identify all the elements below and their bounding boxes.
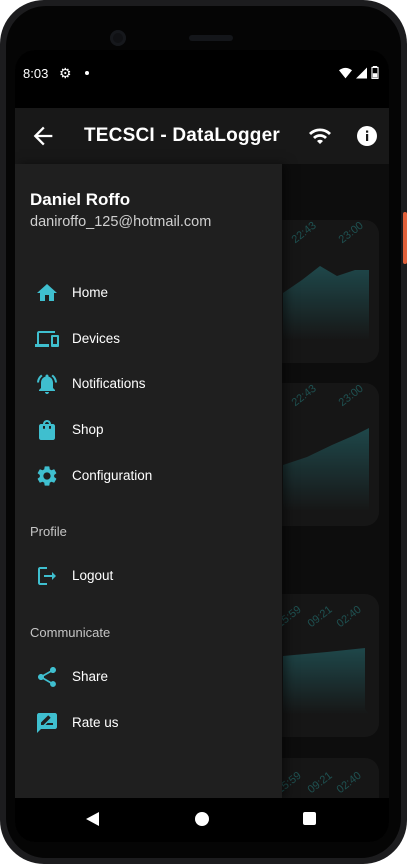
section-header-profile: Profile: [30, 524, 67, 539]
app-bar: TECSCI - DataLogger: [15, 108, 389, 164]
drawer-item-label: Rate us: [72, 715, 119, 730]
navigation-drawer: Daniel Roffo daniroffo_125@hotmail.com H…: [15, 164, 282, 798]
notifications-icon: [37, 374, 57, 394]
drawer-item-logout[interactable]: Logout: [15, 556, 282, 596]
settings-status-icon: ⚙: [59, 65, 72, 81]
drawer-item-rate-us[interactable]: Rate us: [15, 703, 282, 743]
nav-recents-icon[interactable]: [303, 812, 316, 825]
status-bar: 8:03 ⚙: [15, 50, 389, 108]
user-email: daniroffo_125@hotmail.com: [30, 214, 212, 230]
drawer-item-configuration[interactable]: Configuration: [15, 456, 282, 496]
drawer-item-home[interactable]: Home: [15, 273, 282, 313]
wifi-status-icon: [339, 67, 352, 78]
gear-icon: [37, 466, 57, 486]
info-icon[interactable]: [355, 124, 379, 148]
devices-icon: [35, 331, 59, 347]
status-icons: [339, 66, 379, 79]
notification-dot-icon: [85, 71, 89, 75]
drawer-item-notifications[interactable]: Notifications: [15, 364, 282, 404]
section-header-communicate: Communicate: [30, 625, 111, 640]
battery-icon: [371, 66, 379, 79]
drawer-item-label: Logout: [72, 568, 114, 583]
drawer-item-label: Share: [72, 669, 109, 684]
front-camera: [110, 30, 126, 46]
drawer-item-label: Devices: [72, 331, 121, 346]
phone-frame: 8:03 ⚙ TECSCI - DataLogger 22:43 23:00 2…: [0, 0, 407, 864]
user-name: Daniel Roffo: [30, 190, 131, 209]
drawer-item-share[interactable]: Share: [15, 657, 282, 697]
back-arrow-icon[interactable]: [29, 122, 57, 150]
drawer-item-label: Home: [72, 285, 109, 300]
drawer-item-label: Configuration: [72, 468, 153, 483]
drawer-item-label: Shop: [72, 422, 104, 437]
drawer-item-devices[interactable]: Devices: [15, 319, 282, 359]
share-icon: [38, 667, 56, 687]
shop-icon: [39, 420, 55, 440]
system-nav-bar: [15, 798, 389, 842]
earpiece-speaker: [189, 35, 233, 41]
nav-home-icon[interactable]: [195, 812, 209, 826]
drawer-item-label: Notifications: [72, 376, 146, 391]
home-icon: [37, 284, 57, 301]
signal-icon: [356, 67, 367, 78]
screen: 8:03 ⚙ TECSCI - DataLogger 22:43 23:00 2…: [15, 50, 389, 842]
nav-back-icon[interactable]: [86, 812, 99, 826]
logout-icon: [38, 567, 56, 585]
power-button: [403, 212, 407, 264]
drawer-item-shop[interactable]: Shop: [15, 410, 282, 450]
app-title: TECSCI - DataLogger: [84, 125, 280, 146]
rate-review-icon: [37, 713, 57, 733]
wifi-icon[interactable]: [307, 124, 333, 148]
status-time: 8:03: [23, 66, 49, 81]
